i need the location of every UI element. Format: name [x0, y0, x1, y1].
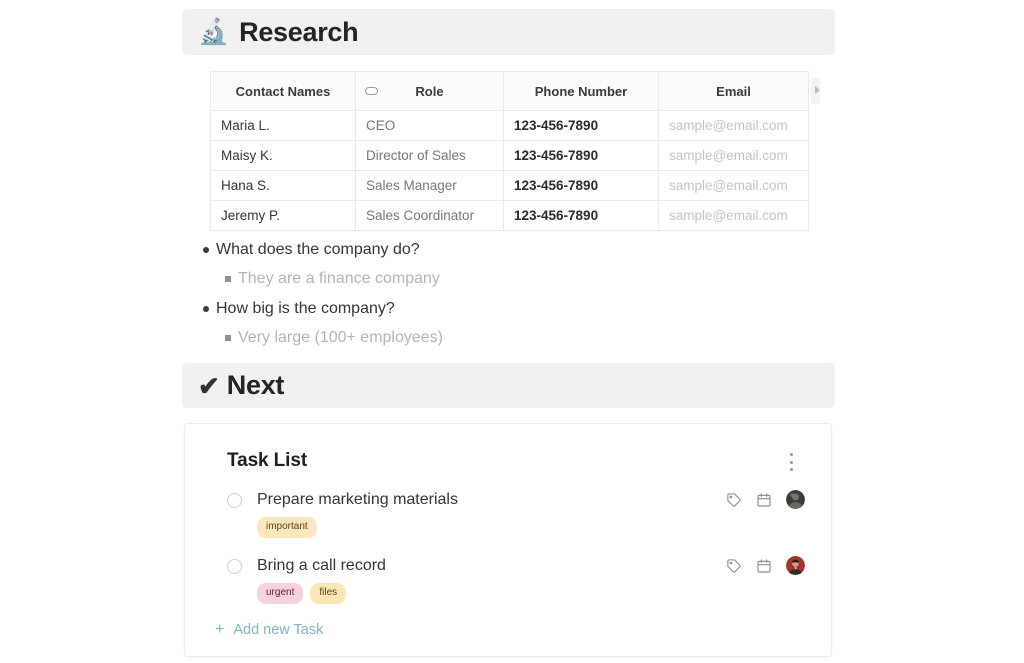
- add-new-task-label: Add new Task: [233, 622, 323, 638]
- cell-contact-name[interactable]: Maisy K.: [211, 141, 356, 171]
- list-item[interactable]: They are a finance company: [196, 267, 796, 297]
- list-item[interactable]: What does the company do?: [196, 238, 796, 267]
- task-tag[interactable]: files: [310, 583, 346, 604]
- page-root: 🔬 Research Contact Names Role Phone Numb…: [0, 0, 1024, 663]
- bullet-square-icon: [218, 267, 238, 291]
- table-header-row: Contact Names Role Phone Number Email: [211, 72, 809, 111]
- list-item-label: Very large (100+ employees): [238, 326, 443, 350]
- contacts-table: Contact Names Role Phone Number Email Ma…: [210, 71, 808, 231]
- plus-icon: +: [215, 622, 224, 638]
- tag-icon[interactable]: [726, 558, 742, 574]
- column-header-contact-names[interactable]: Contact Names: [211, 72, 356, 111]
- task-tags: important: [227, 517, 799, 538]
- bullet-dot-icon: [196, 238, 216, 262]
- cell-phone-number[interactable]: 123-456-7890: [504, 111, 659, 141]
- cell-contact-name[interactable]: Hana S.: [211, 171, 356, 201]
- research-notes-list: What does the company do? They are a fin…: [196, 238, 796, 356]
- add-new-task-button[interactable]: + Add new Task: [215, 622, 323, 638]
- task-actions: [726, 556, 805, 575]
- bullet-dot-icon: [196, 297, 216, 321]
- task-tag[interactable]: urgent: [257, 583, 303, 604]
- cell-phone-number[interactable]: 123-456-7890: [504, 141, 659, 171]
- select-property-icon: [365, 87, 378, 95]
- task-tags: urgent files: [227, 583, 799, 604]
- chevron-right-icon[interactable]: [811, 78, 820, 104]
- task-list-card: Task List Prepare marketing materials im…: [184, 423, 832, 657]
- column-header-phone-number[interactable]: Phone Number: [504, 72, 659, 111]
- list-item-label: What does the company do?: [216, 238, 420, 262]
- task-checkbox[interactable]: [227, 559, 242, 574]
- task-list-title: Task List: [227, 450, 307, 471]
- table-row[interactable]: Hana S. Sales Manager 123-456-7890 sampl…: [211, 171, 809, 201]
- column-header-role-label: Role: [415, 84, 443, 99]
- list-item-label: How big is the company?: [216, 297, 395, 321]
- cell-phone-number[interactable]: 123-456-7890: [504, 201, 659, 231]
- task-row: Bring a call record urgent files: [185, 556, 831, 604]
- section-header-research[interactable]: 🔬 Research: [182, 9, 835, 55]
- task-row: Prepare marketing materials important: [185, 490, 831, 538]
- tag-icon[interactable]: [726, 492, 742, 508]
- cell-phone-number[interactable]: 123-456-7890: [504, 171, 659, 201]
- cell-role[interactable]: Sales Manager: [356, 171, 504, 201]
- column-header-email[interactable]: Email: [659, 72, 809, 111]
- task-label[interactable]: Bring a call record: [257, 556, 386, 576]
- section-header-next[interactable]: ✔ Next: [182, 363, 835, 408]
- list-item[interactable]: How big is the company?: [196, 297, 796, 326]
- list-item[interactable]: Very large (100+ employees): [196, 326, 796, 356]
- calendar-icon[interactable]: [756, 558, 772, 574]
- avatar[interactable]: [786, 490, 805, 509]
- list-item-label: They are a finance company: [238, 267, 440, 291]
- kebab-menu-icon[interactable]: [783, 453, 799, 471]
- check-mark-icon: ✔: [198, 373, 220, 399]
- cell-role[interactable]: Sales Coordinator: [356, 201, 504, 231]
- calendar-icon[interactable]: [756, 492, 772, 508]
- microscope-icon: 🔬: [198, 20, 229, 45]
- table-row[interactable]: Jeremy P. Sales Coordinator 123-456-7890…: [211, 201, 809, 231]
- cell-role[interactable]: CEO: [356, 111, 504, 141]
- cell-email[interactable]: sample@email.com: [659, 141, 809, 171]
- task-list-header: Task List: [185, 424, 831, 476]
- table-row[interactable]: Maria L. CEO 123-456-7890 sample@email.c…: [211, 111, 809, 141]
- task-actions: [726, 490, 805, 509]
- cell-contact-name[interactable]: Jeremy P.: [211, 201, 356, 231]
- column-header-role[interactable]: Role: [356, 72, 504, 111]
- task-checkbox[interactable]: [227, 493, 242, 508]
- cell-email[interactable]: sample@email.com: [659, 171, 809, 201]
- task-tag[interactable]: important: [257, 517, 317, 538]
- task-label[interactable]: Prepare marketing materials: [257, 490, 458, 510]
- table-row[interactable]: Maisy K. Director of Sales 123-456-7890 …: [211, 141, 809, 171]
- section-title-research: Research: [239, 17, 358, 48]
- cell-email[interactable]: sample@email.com: [659, 201, 809, 231]
- section-title-next: Next: [227, 370, 284, 401]
- bullet-square-icon: [218, 326, 238, 350]
- cell-role[interactable]: Director of Sales: [356, 141, 504, 171]
- cell-contact-name[interactable]: Maria L.: [211, 111, 356, 141]
- avatar[interactable]: [786, 556, 805, 575]
- cell-email[interactable]: sample@email.com: [659, 111, 809, 141]
